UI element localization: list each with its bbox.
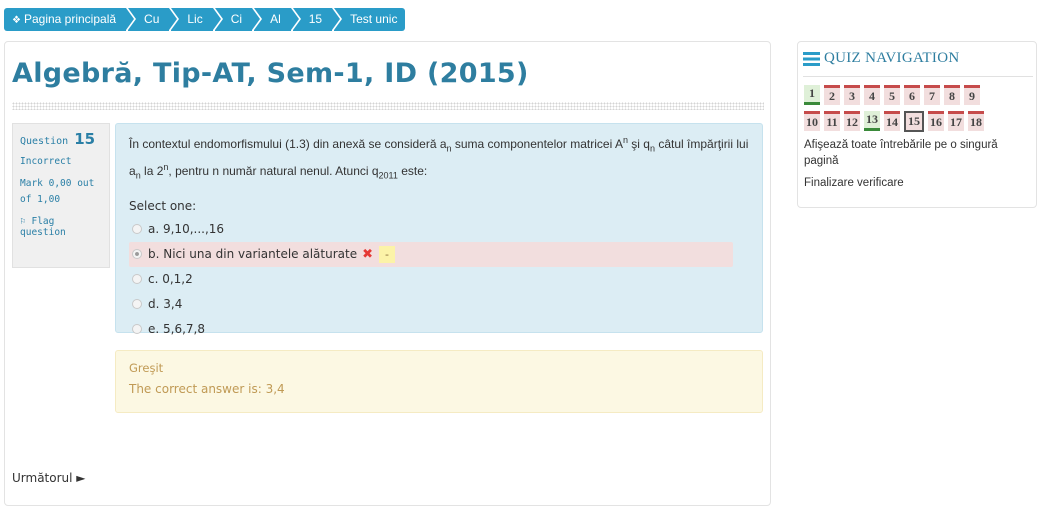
quiz-nav-button-18[interactable]: 18 bbox=[968, 111, 984, 131]
answer-option-label: a. 9,10,...,16 bbox=[148, 221, 225, 236]
quiz-navigation-title: QUIZ NAVIGATION bbox=[824, 50, 960, 66]
radio-d[interactable] bbox=[132, 299, 142, 310]
quiz-nav-button-5[interactable]: 5 bbox=[884, 85, 900, 105]
radio-e[interactable] bbox=[132, 324, 142, 335]
flag-question-button[interactable]: ⚐ Flag question bbox=[20, 216, 102, 238]
answer-option-label: c. 0,1,2 bbox=[148, 271, 193, 286]
qtext-part: este: bbox=[397, 164, 428, 179]
home-icon: ❖ bbox=[12, 15, 21, 26]
option-mark: - bbox=[379, 245, 395, 263]
question-outcome: Greşit The correct answer is: 3,4 bbox=[115, 350, 763, 413]
quiz-navigation-header: QUIZ NAVIGATION bbox=[803, 50, 1033, 67]
quiz-nav-button-6[interactable]: 6 bbox=[904, 85, 920, 105]
radio-c[interactable] bbox=[132, 274, 142, 285]
qtext-part: şi q bbox=[627, 137, 650, 151]
radio-b[interactable] bbox=[132, 249, 142, 260]
qtext-part: la 2 bbox=[140, 164, 164, 179]
qtext-part: suma componentelor matricei A bbox=[451, 137, 623, 151]
answer-options: a. 9,10,...,16 b. Nici una din variantel… bbox=[129, 217, 749, 342]
quiz-nav-button-9[interactable]: 9 bbox=[964, 85, 980, 105]
radio-a[interactable] bbox=[132, 224, 142, 235]
quiz-nav-button-15[interactable]: 15 bbox=[904, 111, 924, 132]
quiz-nav-button-16[interactable]: 16 bbox=[928, 111, 944, 131]
finish-attempt-link[interactable]: Finalizare verificare bbox=[804, 177, 904, 189]
page-title: Algebră, Tip-AT, Sem-1, ID (2015) bbox=[12, 58, 529, 89]
quiz-nav-button-10[interactable]: 10 bbox=[804, 111, 820, 131]
main-region: Algebră, Tip-AT, Sem-1, ID (2015) Questi… bbox=[4, 41, 771, 506]
quiz-nav-button-11[interactable]: 11 bbox=[824, 111, 840, 131]
flag-icon: ⚐ bbox=[20, 216, 26, 227]
breadcrumb-item-test[interactable]: Test unic bbox=[334, 8, 406, 31]
quiz-nav-button-12[interactable]: 12 bbox=[844, 111, 860, 131]
answer-option-d[interactable]: d. 3,4 bbox=[129, 292, 749, 317]
show-all-link[interactable]: Afişează toate întrebările pe o singură … bbox=[804, 137, 1032, 169]
question-text: În contextul endomorfismului (1.3) din a… bbox=[129, 131, 749, 186]
quiz-nav-button-4[interactable]: 4 bbox=[864, 85, 880, 105]
next-page-link[interactable]: Următorul ► bbox=[12, 471, 86, 485]
answer-option-label: d. 3,4 bbox=[148, 296, 183, 311]
quiz-nav-row: 123456789 bbox=[804, 85, 984, 105]
next-page-label: Următorul bbox=[12, 471, 73, 485]
quiz-nav-button-1[interactable]: 1 bbox=[804, 85, 820, 105]
quiz-nav-button-14[interactable]: 14 bbox=[884, 111, 900, 131]
feedback-text: Greşit bbox=[129, 361, 164, 375]
quiz-nav-button-2[interactable]: 2 bbox=[824, 85, 840, 105]
quiz-nav-button-17[interactable]: 17 bbox=[948, 111, 964, 131]
quiz-nav-button-13[interactable]: 13 bbox=[864, 111, 880, 131]
qtext-part: , pentru n număr natural nenul. Atunci q bbox=[168, 164, 379, 179]
title-divider bbox=[12, 102, 764, 110]
question-number: Question 15 bbox=[20, 130, 102, 148]
question-number-value: 15 bbox=[74, 130, 96, 148]
quiz-nav-button-3[interactable]: 3 bbox=[844, 85, 860, 105]
breadcrumb-home-label: Pagina principală bbox=[23, 12, 117, 26]
question-info: Question 15 Incorrect Mark 0,00 out of 1… bbox=[12, 123, 110, 268]
answer-option-label: e. 5,6,7,8 bbox=[148, 321, 205, 336]
breadcrumb: ❖ Pagina principală Cu Lic Ci Al 15 Test … bbox=[4, 8, 407, 31]
answer-option-e[interactable]: e. 5,6,7,8 bbox=[129, 317, 749, 342]
quiz-nav-button-8[interactable]: 8 bbox=[944, 85, 960, 105]
answer-option-label: b. Nici una din variantele alăturate bbox=[148, 246, 358, 261]
answer-option-a[interactable]: a. 9,10,...,16 bbox=[129, 217, 749, 242]
arrow-right-icon: ► bbox=[76, 471, 86, 485]
qtext-sub: 2011 bbox=[378, 170, 398, 181]
qtext-part: În contextul endomorfismului (1.3) din a… bbox=[129, 137, 447, 151]
answer-prompt: Select one: bbox=[129, 198, 197, 213]
quiz-navigation-block: QUIZ NAVIGATION 123456789 10 11 12 13 14 15 16… bbox=[797, 41, 1037, 208]
question-label: Question bbox=[20, 136, 69, 147]
quiz-nav-button-7[interactable]: 7 bbox=[924, 85, 940, 105]
question-formulation: În contextul endomorfismului (1.3) din a… bbox=[115, 123, 763, 336]
incorrect-icon: ✖ bbox=[362, 246, 373, 262]
quiz-nav-row: 10 11 12 13 14 15 16 17 18 bbox=[804, 111, 988, 132]
right-answer: The correct answer is: 3,4 bbox=[129, 382, 285, 396]
answer-option-c[interactable]: c. 0,1,2 bbox=[129, 267, 749, 292]
answer-option-b[interactable]: b. Nici una din variantele alăturate ✖ - bbox=[129, 241, 733, 267]
menu-icon[interactable] bbox=[803, 51, 820, 66]
block-divider bbox=[803, 76, 1033, 77]
question-grade: Mark 0,00 out of 1,00 bbox=[20, 178, 95, 205]
flag-question-label: Flag question bbox=[20, 216, 66, 238]
breadcrumb-home[interactable]: ❖ Pagina principală bbox=[4, 8, 137, 31]
question-state: Incorrect bbox=[20, 156, 72, 167]
